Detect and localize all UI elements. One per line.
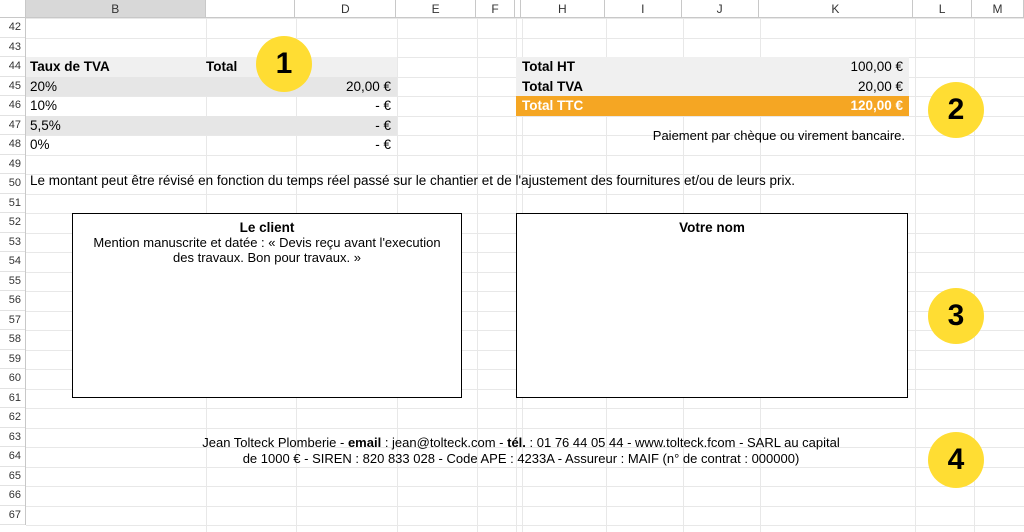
row-header-65[interactable]: 65	[0, 467, 25, 487]
payment-note: Paiement par chèque ou virement bancaire…	[516, 128, 909, 143]
col-header-D[interactable]: D	[295, 0, 396, 17]
tva-row-2: 5,5% - €	[26, 116, 397, 136]
total-tva-label: Total TVA	[516, 79, 736, 94]
row-header-55[interactable]: 55	[0, 272, 25, 292]
row-header-62[interactable]: 62	[0, 408, 25, 428]
tva-rate: 5,5%	[26, 118, 206, 133]
row-header-59[interactable]: 59	[0, 350, 25, 370]
footer-line2: de 1000 € - SIREN : 820 833 028 - Code A…	[243, 451, 800, 466]
col-header-blank[interactable]	[206, 0, 296, 17]
total-ttc-value: 120,00 €	[736, 98, 909, 113]
vendor-signature-title: Votre nom	[527, 220, 897, 235]
client-signature-text: Mention manuscrite et datée : « Devis re…	[83, 236, 451, 266]
col-header-B[interactable]: B	[26, 0, 206, 17]
total-tva-row: Total TVA 20,00 €	[516, 77, 909, 97]
row-header-51[interactable]: 51	[0, 194, 25, 214]
tva-row-0: 20% 20,00 €	[26, 77, 397, 97]
total-ht-value: 100,00 €	[736, 59, 909, 74]
tva-rate: 0%	[26, 137, 206, 152]
total-ttc-row: Total TTC 120,00 €	[516, 96, 909, 116]
tva-table: Taux de TVA Total 20% 20,00 € 10% - € 5,5% - …	[26, 57, 397, 155]
revision-note: Le montant peut être révisé en fonction …	[26, 173, 966, 188]
row-header-48[interactable]: 48	[0, 135, 25, 155]
client-signature-box: Le client Mention manuscrite et datée : …	[72, 213, 462, 398]
total-ht-label: Total HT	[516, 59, 736, 74]
total-tva-value: 20,00 €	[736, 79, 909, 94]
total-ht-row: Total HT 100,00 €	[516, 57, 909, 77]
client-signature-title: Le client	[83, 220, 451, 235]
col-header-K[interactable]: K	[759, 0, 914, 17]
row-header-45[interactable]: 45	[0, 77, 25, 97]
row-header-58[interactable]: 58	[0, 330, 25, 350]
row-numbers: 4243444546474849505152535455565758596061…	[0, 18, 26, 525]
row-header-47[interactable]: 47	[0, 116, 25, 136]
callout-1: 1	[256, 36, 312, 92]
row-header-60[interactable]: 60	[0, 369, 25, 389]
total-ttc-label: Total TTC	[516, 98, 736, 113]
tva-amount: - €	[296, 137, 397, 152]
column-headers: B DEFHIJKLM	[0, 0, 1024, 18]
tva-row-3: 0% - €	[26, 135, 397, 155]
row-header-43[interactable]: 43	[0, 38, 25, 58]
col-header-H[interactable]: H	[521, 0, 605, 17]
row-header-61[interactable]: 61	[0, 389, 25, 409]
tva-rate: 20%	[26, 79, 206, 94]
totals-block: Total HT 100,00 € Total TVA 20,00 € Tota…	[516, 57, 909, 116]
row-header-52[interactable]: 52	[0, 213, 25, 233]
callout-3: 3	[928, 288, 984, 344]
row-header-46[interactable]: 46	[0, 96, 25, 116]
tva-rate: 10%	[26, 98, 206, 113]
vendor-signature-box: Votre nom	[516, 213, 908, 398]
row-header-42[interactable]: 42	[0, 18, 25, 38]
col-header-M[interactable]: M	[972, 0, 1024, 17]
row-header-57[interactable]: 57	[0, 311, 25, 331]
col-header-I[interactable]: I	[605, 0, 682, 17]
tva-header-rate: Taux de TVA	[26, 59, 206, 74]
row-header-49[interactable]: 49	[0, 155, 25, 175]
row-header-66[interactable]: 66	[0, 486, 25, 506]
col-header-L[interactable]: L	[913, 0, 972, 17]
callout-2: 2	[928, 82, 984, 138]
tva-row-1: 10% - €	[26, 96, 397, 116]
row-header-63[interactable]: 63	[0, 428, 25, 448]
tva-amount: - €	[296, 98, 397, 113]
tva-amount: - €	[296, 118, 397, 133]
row-header-56[interactable]: 56	[0, 291, 25, 311]
tva-amount: 20,00 €	[296, 79, 397, 94]
col-header-J[interactable]: J	[682, 0, 759, 17]
footer-legal: Jean Tolteck Plomberie - email : jean@to…	[136, 435, 906, 468]
row-header-44[interactable]: 44	[0, 57, 25, 77]
row-header-53[interactable]: 53	[0, 233, 25, 253]
col-header-E[interactable]: E	[396, 0, 476, 17]
callout-4: 4	[928, 432, 984, 488]
col-header-F[interactable]: F	[476, 0, 515, 17]
footer-line1: Jean Tolteck Plomberie - email : jean@to…	[202, 435, 840, 450]
row-header-67[interactable]: 67	[0, 506, 25, 526]
row-header-54[interactable]: 54	[0, 252, 25, 272]
row-header-50[interactable]: 50	[0, 174, 25, 194]
tva-header-row: Taux de TVA Total	[26, 57, 397, 77]
row-header-64[interactable]: 64	[0, 447, 25, 467]
